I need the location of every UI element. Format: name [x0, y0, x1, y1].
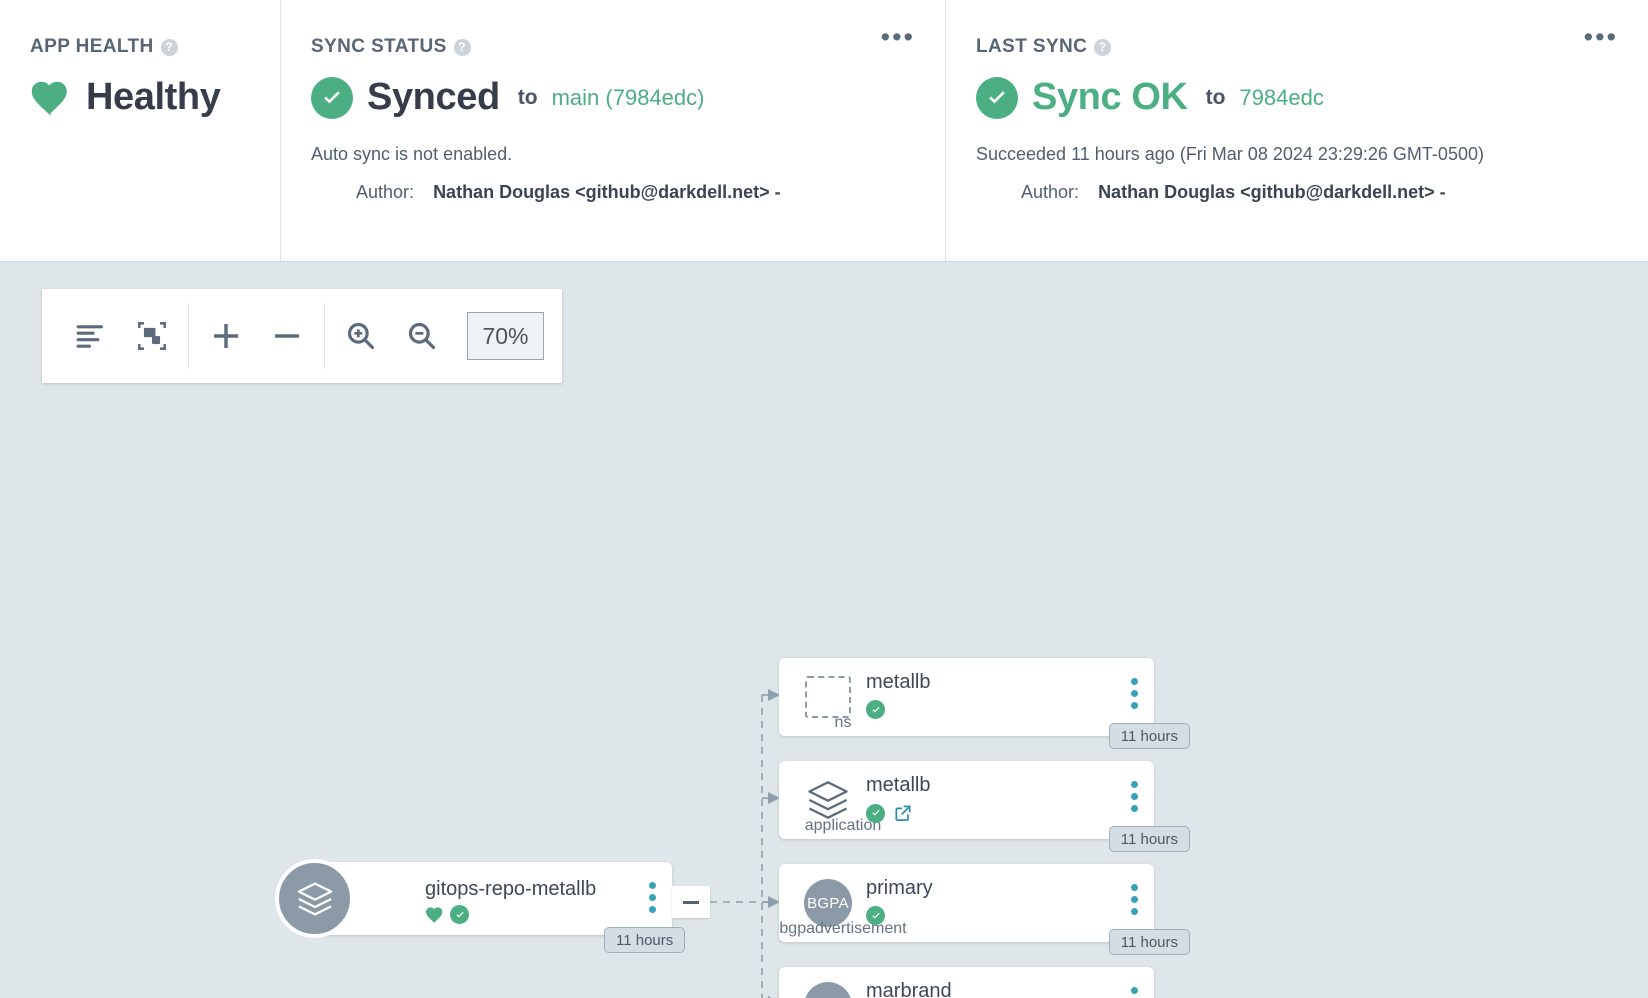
last-sync-value: Sync OK [1032, 76, 1188, 118]
resource-tree-canvas[interactable]: 70% gitops-repo-metallb 11 hours ns meta… [0, 262, 1648, 998]
application-status-bar: APP HEALTH ? Healthy SYNC STATUS ? ••• S… [0, 0, 1648, 262]
app-health-title: APP HEALTH ? [30, 36, 250, 58]
last-sync-title: LAST SYNC ? [976, 36, 1618, 58]
last-sync-panel: LAST SYNC ? ••• Sync OK to 7984edc Succe… [945, 0, 1648, 261]
help-icon[interactable]: ? [1094, 38, 1112, 56]
app-health-value: Healthy [86, 76, 221, 118]
node-time-badge: 11 hours [1108, 826, 1190, 852]
node-status-icons [866, 906, 885, 925]
node-time-badge: 11 hours [1108, 723, 1190, 749]
node-menu-button[interactable] [1131, 884, 1138, 915]
collapse-children-button[interactable] [672, 886, 710, 918]
check-circle-icon [311, 76, 353, 119]
sync-status-panel: SYNC STATUS ? ••• Synced to main (7984ed… [280, 0, 945, 261]
check-circle-icon [866, 700, 885, 719]
sync-status-author-row: Author: Nathan Douglas <github@darkdell.… [311, 182, 915, 203]
root-node-status-icons [425, 905, 469, 924]
node-name-label: metallb [866, 671, 931, 693]
author-label: Author: [1021, 182, 1080, 203]
last-sync-title-label: LAST SYNC [976, 36, 1088, 57]
root-node-name: gitops-repo-metallb [425, 878, 597, 900]
sync-status-title: SYNC STATUS ? [311, 36, 915, 58]
node-card-ns-metallb[interactable]: ns metallb 11 hours [779, 658, 1190, 749]
check-circle-icon [450, 905, 469, 924]
node-name-label: metallb [866, 774, 931, 796]
app-health-title-label: APP HEALTH [30, 36, 154, 57]
last-sync-to-label: to [1205, 85, 1226, 109]
sync-status-kebab-menu[interactable]: ••• [881, 24, 915, 51]
node-menu-button[interactable] [1131, 987, 1138, 998]
sync-status-value: Synced [367, 76, 500, 118]
node-abbr-label: BGPP [804, 982, 852, 998]
node-card-application-metallb[interactable]: application metallb 11 hours [779, 761, 1190, 852]
auto-sync-text: Auto sync is not enabled. [311, 144, 513, 164]
help-icon[interactable]: ? [453, 38, 471, 56]
node-time-badge: 11 hours [1108, 929, 1190, 955]
last-sync-kebab-menu[interactable]: ••• [1584, 24, 1618, 51]
node-status-icons [866, 700, 885, 719]
node-card-bgppeer-marbrand[interactable]: BGPP bgppeer marbrand 11 hours [779, 967, 1154, 998]
author-value: Nathan Douglas <github@darkdell.net> - [433, 182, 781, 203]
author-label: Author: [356, 182, 415, 203]
root-node-card[interactable]: gitops-repo-metallb [315, 862, 672, 935]
app-health-status: Healthy [30, 76, 250, 119]
sync-status-title-label: SYNC STATUS [311, 36, 447, 57]
node-name-label: marbrand [866, 980, 952, 998]
external-link-icon[interactable] [893, 803, 913, 823]
node-card-bgpadvertisement-primary[interactable]: BGPA bgpadvertisement primary 11 hours [779, 864, 1190, 955]
sync-status-revision[interactable]: main (7984edc) [552, 85, 705, 111]
heart-icon [425, 906, 445, 924]
root-node-time-badge: 11 hours [604, 927, 686, 953]
last-sync-detail: Succeeded 11 hours ago (Fri Mar 08 2024 … [976, 144, 1484, 164]
check-circle-icon [866, 803, 885, 823]
node-kind-label: bgpadvertisement [779, 920, 907, 937]
check-circle-icon [976, 76, 1018, 119]
check-circle-icon [866, 906, 885, 925]
help-icon[interactable]: ? [160, 38, 178, 56]
last-sync-revision[interactable]: 7984edc [1239, 85, 1323, 111]
heart-icon [30, 78, 72, 118]
layers-icon [275, 859, 354, 938]
sync-status-to-label: to [517, 85, 538, 109]
last-sync-author-row: Author: Nathan Douglas <github@darkdell.… [976, 182, 1618, 203]
node-menu-button[interactable] [1131, 781, 1138, 812]
node-kind-label: ns [834, 714, 852, 731]
last-sync-value-row: Sync OK to 7984edc [976, 76, 1618, 119]
sync-status-value-row: Synced to main (7984edc) [311, 76, 915, 119]
node-name-label: primary [866, 877, 933, 899]
node-status-icons [866, 803, 913, 823]
author-value: Nathan Douglas <github@darkdell.net> - [1098, 182, 1446, 203]
app-health-panel: APP HEALTH ? Healthy [0, 0, 280, 261]
root-node-menu-button[interactable] [649, 882, 656, 913]
circle-abbr-icon: BGPP [799, 977, 857, 998]
node-menu-button[interactable] [1131, 678, 1138, 709]
